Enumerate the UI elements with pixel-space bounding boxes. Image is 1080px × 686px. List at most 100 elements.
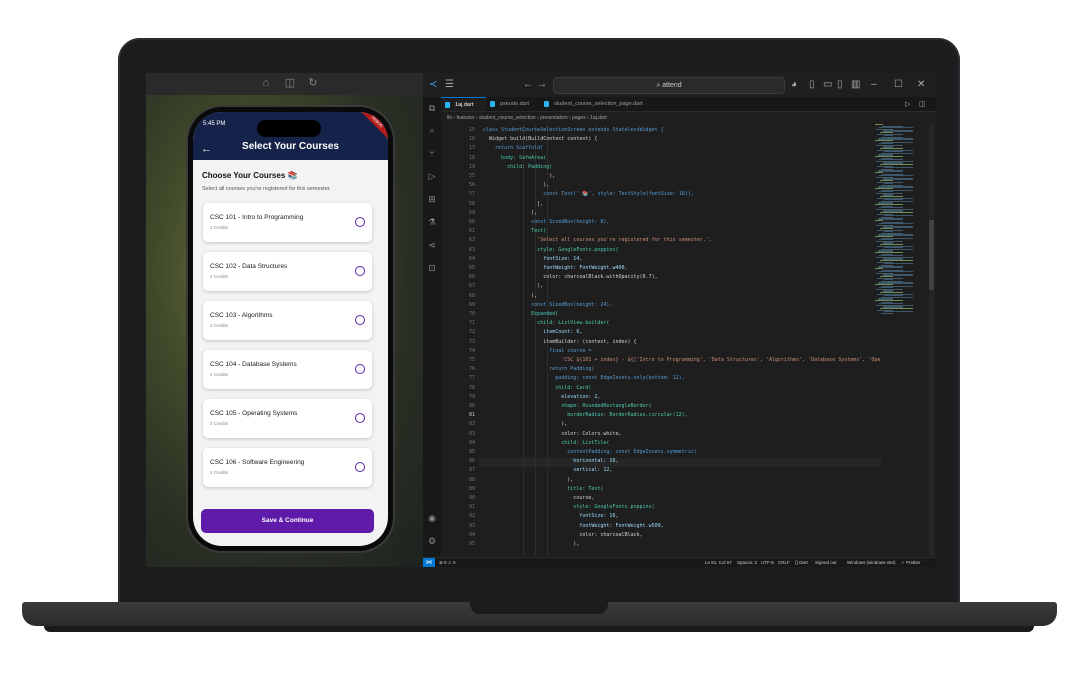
source-control-icon[interactable]: ⑂: [427, 148, 437, 158]
code-line[interactable]: 'CSC ${101 + index} - ${['Intro to Progr…: [483, 357, 881, 363]
remote-explorer-icon[interactable]: ⊡: [427, 263, 437, 273]
code-line[interactable]: child: Card(: [483, 385, 591, 391]
course-card[interactable]: CSC 102 - Data Structures 4 Credits: [203, 252, 372, 291]
problems-indicator[interactable]: ⊗ 0 ⚠ 0: [439, 558, 456, 567]
settings-gear-icon[interactable]: ⚙: [427, 536, 437, 546]
encoding[interactable]: UTF-8: [761, 558, 774, 567]
layout-sidebar-icon[interactable]: ▯: [809, 79, 815, 91]
radio-button[interactable]: [355, 413, 365, 423]
code-line[interactable]: const Text(' 📚', style: TextStyle(fontSi…: [483, 191, 694, 197]
radio-button[interactable]: [355, 364, 365, 374]
code-line[interactable]: color: charcoalBlack,: [483, 532, 642, 538]
code-line[interactable]: child: Padding(: [483, 164, 552, 170]
code-line[interactable]: child: ListView.builder(: [483, 320, 609, 326]
code-line[interactable]: ),: [483, 182, 549, 188]
run-icon[interactable]: ▷: [905, 99, 910, 111]
extensions-icon[interactable]: ⊞: [427, 194, 437, 204]
breadcrumb[interactable]: lib › features › student_course_selectio…: [441, 112, 936, 124]
radio-button[interactable]: [355, 217, 365, 227]
minimize-icon[interactable]: –: [871, 79, 877, 91]
code-line[interactable]: final course =: [483, 348, 591, 354]
line-ending[interactable]: CRLF: [778, 558, 790, 567]
code-line[interactable]: Expanded(: [483, 311, 558, 317]
code-line[interactable]: vertical: 12,: [483, 467, 612, 473]
flutter-icon[interactable]: ⋖: [427, 240, 437, 250]
code-line[interactable]: ],: [483, 201, 543, 207]
copilot-icon[interactable]: ◕: [791, 79, 797, 91]
command-center-search[interactable]: ⌕ attend: [553, 77, 785, 94]
code-editor[interactable]: 15 16 17 18 19 55 56 57 58 59 60 61 62 63 64 65 66 67 68 69…: [441, 124, 881, 556]
course-card[interactable]: CSC 105 - Operating Systems 3 Credits: [203, 399, 372, 438]
radio-button[interactable]: [355, 266, 365, 276]
search-icon[interactable]: ⌕: [427, 125, 437, 135]
code-line[interactable]: fontWeight: FontWeight.w500,: [483, 523, 663, 529]
code-line[interactable]: style: GoogleFonts.poppins(: [483, 247, 618, 253]
account-status[interactable]: Signed out: [815, 558, 837, 567]
code-line[interactable]: course,: [483, 495, 594, 501]
code-line[interactable]: return Padding(: [483, 366, 594, 372]
save-continue-button[interactable]: Save & Continue: [201, 509, 374, 533]
screenshot-icon[interactable]: ◫: [284, 77, 296, 89]
code-line[interactable]: contentPadding: const EdgeInsets.symmetr…: [483, 449, 696, 455]
indentation[interactable]: Spaces: 2: [737, 558, 757, 567]
code-line[interactable]: class StudentCourseSelectionScreen exten…: [483, 127, 664, 133]
device-selector[interactable]: Windows (windows-x64): [847, 558, 896, 567]
code-line[interactable]: itemCount: 6,: [483, 329, 582, 335]
course-card[interactable]: CSC 103 - Algorithms 3 Credits: [203, 301, 372, 340]
code-line[interactable]: title: Text(: [483, 486, 603, 492]
code-line[interactable]: return Scaffold(: [483, 145, 543, 151]
rotate-icon[interactable]: ↻: [307, 77, 319, 89]
code-line[interactable]: 'Select all courses you're registered fo…: [483, 237, 712, 243]
split-editor-icon[interactable]: ◫: [919, 99, 926, 111]
language-mode[interactable]: {} Dart: [795, 558, 808, 567]
tab-1aj-dart[interactable]: 1aj.dart: [441, 97, 486, 111]
account-icon[interactable]: ◉: [427, 513, 437, 523]
code-line[interactable]: Widget build(BuildContext context) {: [483, 136, 597, 142]
remote-indicator-icon[interactable]: ⋈: [423, 558, 435, 567]
minimap[interactable]: [871, 124, 927, 556]
code-line[interactable]: const SizedBox(height: 24),: [483, 302, 612, 308]
tab-student-course-selection[interactable]: student_course_selection_page.dart: [540, 97, 646, 111]
editor-scrollbar[interactable]: [929, 124, 934, 556]
code-line[interactable]: ),: [483, 421, 567, 427]
code-line[interactable]: padding: const EdgeInsets.only(bottom: 1…: [483, 375, 684, 381]
code-line[interactable]: ),: [483, 293, 537, 299]
run-debug-icon[interactable]: ▷: [427, 171, 437, 181]
code-line[interactable]: fontSize: 14,: [483, 256, 582, 262]
code-line[interactable]: Text(: [483, 228, 546, 234]
course-card[interactable]: CSC 106 - Software Engineering 4 Credits: [203, 448, 372, 487]
code-line[interactable]: ),: [483, 210, 537, 216]
maximize-icon[interactable]: ☐: [894, 79, 903, 91]
code-line[interactable]: ),: [483, 541, 579, 547]
code-line[interactable]: fontSize: 16,: [483, 513, 618, 519]
close-icon[interactable]: ✕: [917, 79, 925, 91]
tab-pseudo-dart[interactable]: pseudo.dart: [486, 97, 540, 111]
testing-icon[interactable]: ⚗: [427, 217, 437, 227]
code-line[interactable]: ),: [483, 283, 543, 289]
home-icon[interactable]: ⌂: [260, 77, 272, 89]
radio-button[interactable]: [355, 315, 365, 325]
course-card[interactable]: CSC 101 - Intro to Programming 3 Credits: [203, 203, 372, 242]
code-line[interactable]: elevation: 2,: [483, 394, 600, 400]
scroll-thumb[interactable]: [929, 220, 934, 290]
radio-button[interactable]: [355, 462, 365, 472]
code-line[interactable]: horizontal: 16,: [483, 458, 618, 464]
explorer-icon[interactable]: ⧉: [427, 103, 437, 113]
code-line[interactable]: shape: RoundedRectangleBorder(: [483, 403, 651, 409]
customize-layout-icon[interactable]: ▥: [851, 79, 860, 91]
code-line[interactable]: style: GoogleFonts.poppins(: [483, 504, 654, 510]
code-line[interactable]: const SizedBox(height: 8),: [483, 219, 609, 225]
code-line[interactable]: fontWeight: FontWeight.w400,: [483, 265, 627, 271]
cursor-position[interactable]: Ln 81, Col 67: [705, 558, 732, 567]
code-line[interactable]: color: Colors.white,: [483, 431, 621, 437]
code-line[interactable]: child: ListTile(: [483, 440, 609, 446]
code-line[interactable]: itemBuilder: (context, index) {: [483, 339, 636, 345]
forward-arrow-icon[interactable]: →: [537, 79, 547, 91]
back-arrow-icon[interactable]: ←: [523, 79, 533, 91]
code-line[interactable]: body: SafeArea(: [483, 155, 546, 161]
code-line[interactable]: color: charcoalBlack.withOpacity(0.7),: [483, 274, 657, 280]
menu-icon[interactable]: ☰: [445, 79, 454, 91]
course-card[interactable]: CSC 104 - Database Systems 4 Credits: [203, 350, 372, 389]
code-line[interactable]: ),: [483, 477, 573, 483]
layout-panel-icon[interactable]: ▭: [823, 79, 832, 91]
